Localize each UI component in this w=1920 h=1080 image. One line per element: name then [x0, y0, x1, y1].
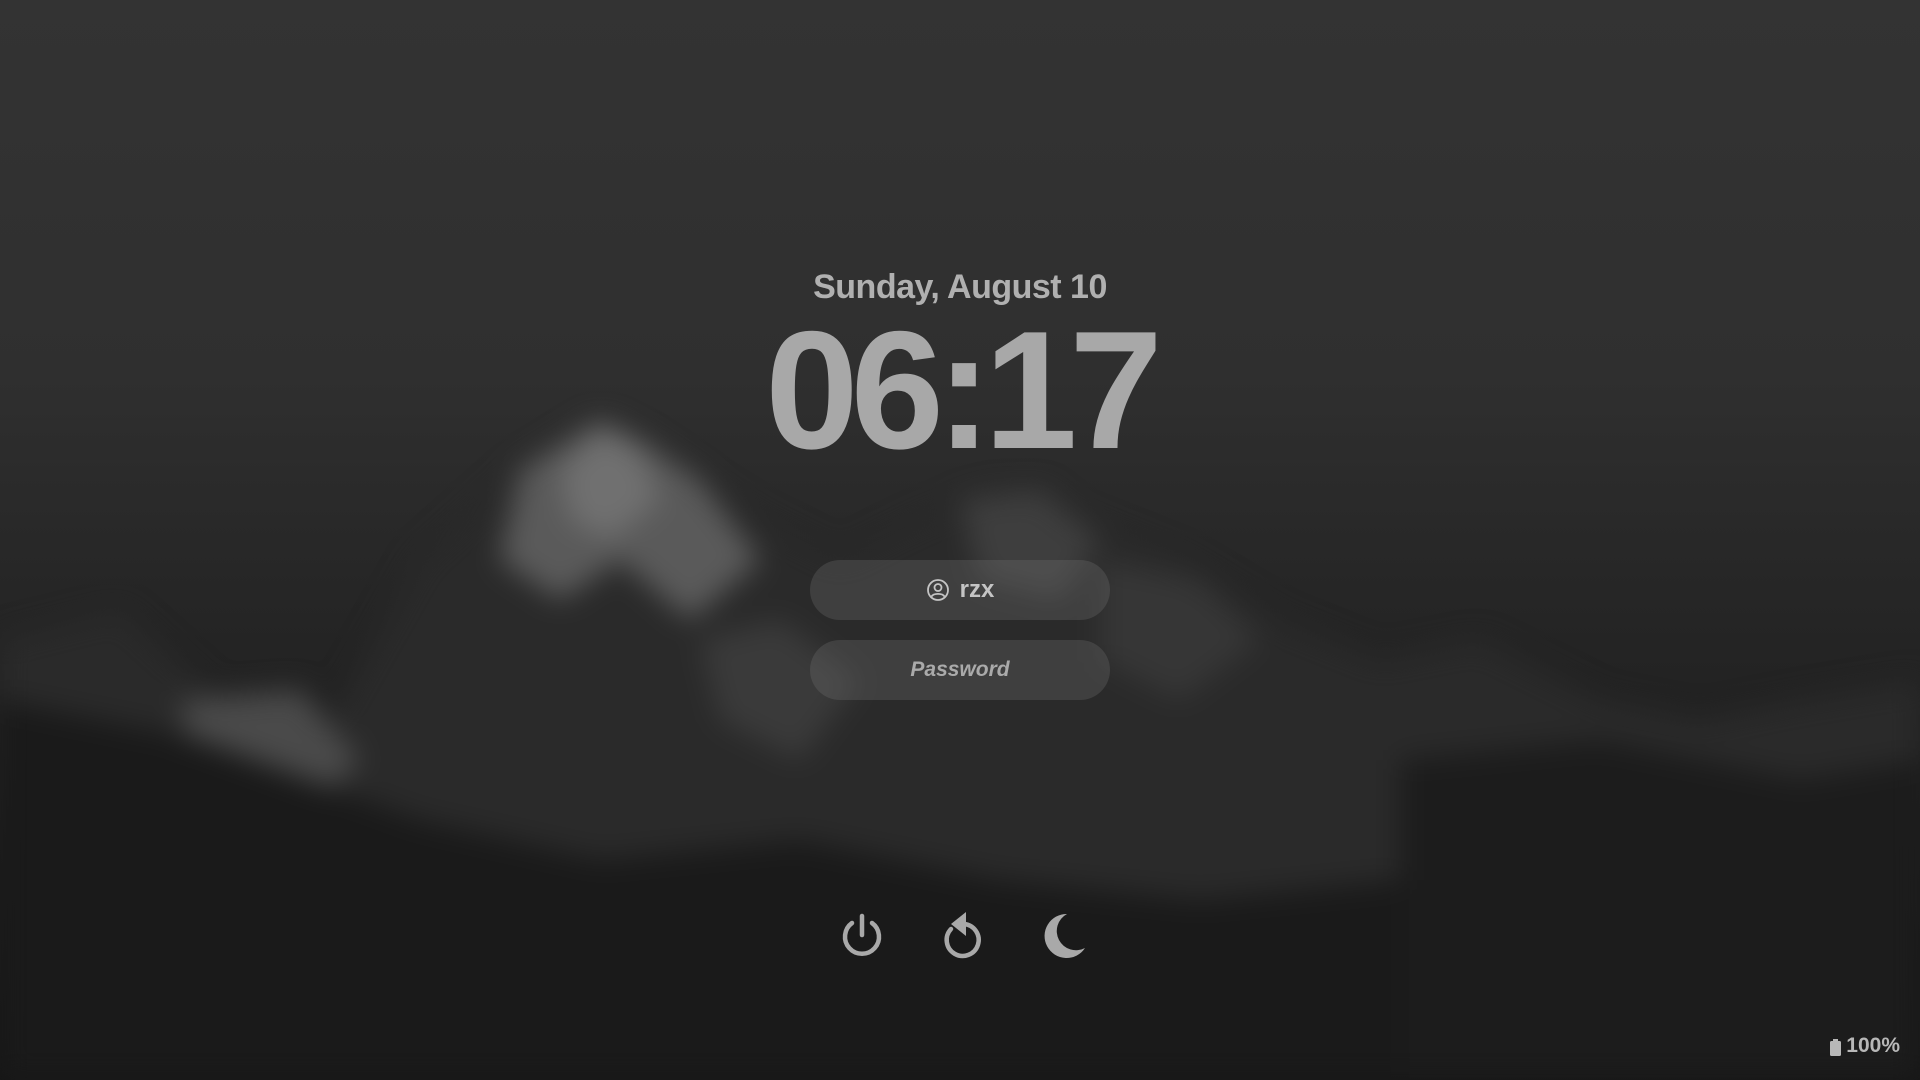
battery-level: 100%	[1846, 1034, 1900, 1057]
restart-button[interactable]	[932, 906, 992, 966]
battery-icon	[1830, 1038, 1842, 1056]
user-circle-icon	[926, 578, 950, 602]
battery-status: 100%	[1830, 1034, 1900, 1058]
user-selector[interactable]: rzx	[810, 560, 1110, 620]
power-icon	[842, 913, 882, 956]
password-input[interactable]	[818, 641, 1102, 699]
restart-icon	[944, 912, 981, 959]
shutdown-button[interactable]	[832, 906, 892, 966]
power-actions	[0, 906, 1920, 966]
lockscreen-clock: 06:17	[765, 296, 1163, 484]
sleep-button[interactable]	[1032, 906, 1092, 966]
password-field-container[interactable]	[810, 640, 1110, 700]
username-label: rzx	[959, 576, 995, 603]
moon-icon	[1044, 913, 1085, 958]
